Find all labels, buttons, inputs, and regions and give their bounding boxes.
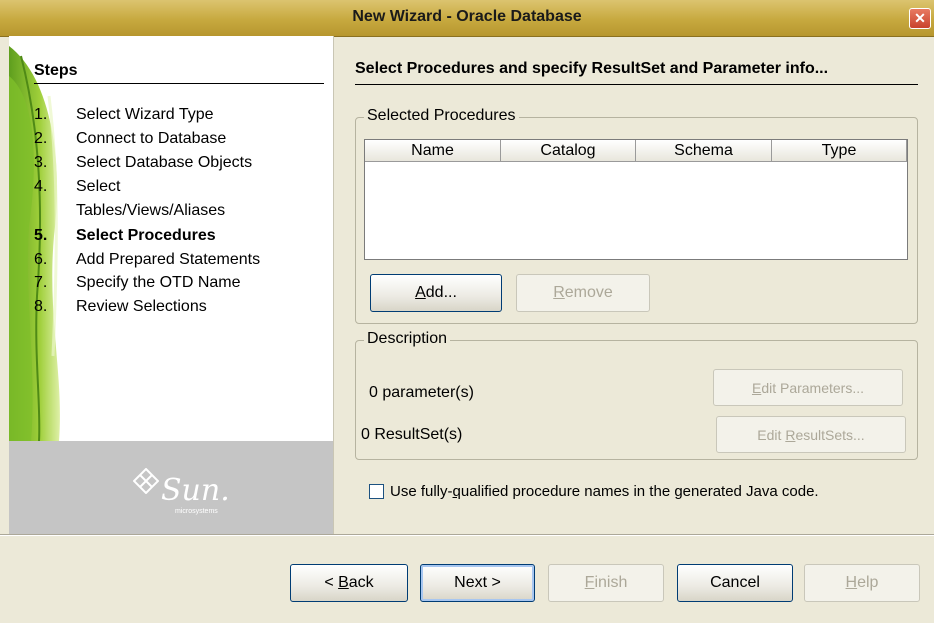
edit-parameters-mnemonic: E — [751, 380, 762, 396]
help-mnemonic: H — [845, 574, 858, 591]
parameter-count: 0 parameter(s) — [369, 384, 474, 401]
step-label: Select Wizard Type — [76, 106, 214, 123]
help-button[interactable]: Help — [804, 564, 920, 602]
step-number: 1. — [34, 106, 48, 123]
steps-divider — [34, 83, 324, 84]
next-button[interactable]: Next > — [420, 564, 535, 602]
close-icon[interactable]: ✕ — [909, 8, 931, 29]
wizard-window: New Wizard - Oracle Database ✕ Steps 1. … — [0, 0, 934, 623]
finish-label-post: inish — [594, 574, 628, 591]
edit-resultsets-button[interactable]: Edit ResultSets... — [716, 416, 906, 453]
remove-button[interactable]: Remove — [516, 274, 650, 312]
step-label: Connect to Database — [76, 130, 227, 147]
step-number: 7. — [34, 274, 48, 291]
fully-qualified-label-pre: Use fully- — [390, 483, 453, 500]
step-number: 6. — [34, 251, 48, 268]
column-header-schema[interactable]: Schema — [636, 140, 772, 162]
step-label: Select Procedures — [76, 227, 216, 244]
sun-logo-subtext: microsystems — [175, 508, 218, 515]
finish-button[interactable]: Finish — [548, 564, 664, 602]
remove-mnemonic: R — [553, 284, 565, 301]
logo-area: Sun. microsystems — [9, 441, 333, 534]
window-title: New Wizard - Oracle Database — [352, 8, 582, 25]
cancel-button[interactable]: Cancel — [677, 564, 793, 602]
description-legend: Description — [364, 330, 451, 348]
column-header-name[interactable]: Name — [365, 140, 501, 162]
step-label: Specify the OTD Name — [76, 274, 241, 291]
selected-procedures-legend: Selected Procedures — [364, 107, 519, 125]
back-label-pre: < — [324, 574, 339, 591]
add-mnemonic: A — [415, 284, 426, 301]
edit-resultsets-label-post: esultSets... — [795, 427, 865, 443]
steps-heading: Steps — [34, 62, 78, 79]
steps-panel: Steps 1. Select Wizard Type 2. Connect t… — [9, 36, 334, 534]
step-label: Select — [76, 178, 121, 195]
fully-qualified-mnemonic: q — [452, 483, 461, 500]
step-number: 3. — [34, 154, 48, 171]
title-divider — [355, 84, 918, 85]
back-mnemonic: B — [338, 574, 349, 591]
resultset-count: 0 ResultSet(s) — [361, 426, 463, 443]
footer-divider-highlight — [0, 535, 934, 536]
step-label: Select Database Objects — [76, 154, 253, 171]
edit-parameters-button[interactable]: Edit Parameters... — [713, 369, 903, 406]
remove-label-post: emove — [564, 284, 613, 301]
help-label-post: elp — [857, 574, 879, 591]
add-button[interactable]: Add... — [370, 274, 502, 312]
page-title: Select Procedures and specify ResultSet … — [355, 60, 829, 77]
back-button[interactable]: < Back — [290, 564, 408, 602]
step-label: Tables/Views/Aliases — [76, 202, 226, 219]
fully-qualified-label-post: ualified procedure names in the generate… — [460, 483, 819, 500]
edit-resultsets-label-pre: Edit — [757, 427, 786, 443]
edit-resultsets-mnemonic: R — [785, 427, 796, 443]
column-header-type[interactable]: Type — [772, 140, 907, 162]
finish-mnemonic: F — [584, 574, 595, 591]
step-number: 5. — [34, 227, 48, 244]
edit-parameters-label-post: dit Parameters... — [761, 380, 865, 396]
step-label: Add Prepared Statements — [76, 251, 261, 268]
back-label-post: ack — [348, 574, 374, 591]
add-label-post: dd... — [425, 284, 457, 301]
step-number: 2. — [34, 130, 48, 147]
sun-logo-text: Sun. — [161, 473, 230, 508]
fully-qualified-checkbox[interactable] — [369, 484, 384, 499]
procedures-table[interactable]: Name Catalog Schema Type — [364, 139, 908, 260]
step-number: 8. — [34, 298, 48, 315]
fully-qualified-label[interactable]: Use fully-qualified procedure names in t… — [390, 483, 819, 500]
sun-logo-icon — [133, 468, 159, 494]
column-header-catalog[interactable]: Catalog — [501, 140, 636, 162]
title-bar[interactable]: New Wizard - Oracle Database ✕ — [0, 0, 934, 37]
step-number: 4. — [34, 178, 48, 195]
step-label: Review Selections — [76, 298, 207, 315]
